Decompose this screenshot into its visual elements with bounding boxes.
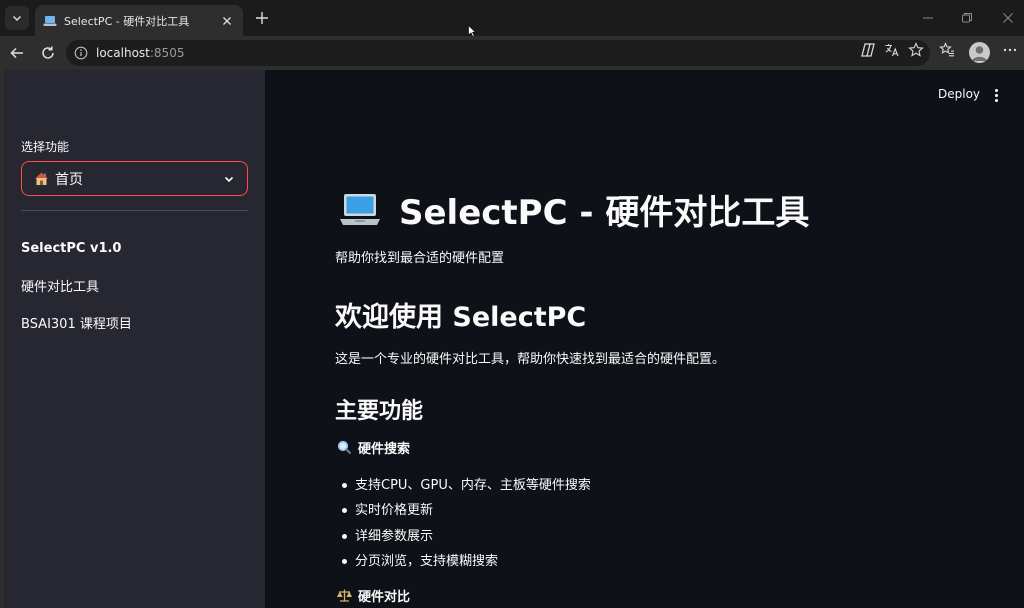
main-menu-button[interactable]	[989, 86, 1003, 104]
app-version: SelectPC v1.0	[21, 241, 122, 256]
browser-toolbar: localhost:8505	[0, 36, 1024, 70]
page-title-row: SelectPC - 硬件对比工具	[339, 185, 809, 234]
new-tab-button[interactable]	[252, 8, 272, 28]
translate-icon	[885, 44, 899, 57]
magnifier-icon	[337, 440, 352, 455]
star-icon	[908, 42, 924, 57]
page-subtitle: 帮助你找到最合适的硬件配置	[335, 251, 505, 266]
url-port: :8505	[149, 46, 185, 60]
chevron-down-icon	[13, 16, 21, 21]
function-select[interactable]: 首页	[21, 161, 248, 196]
reload-button[interactable]	[37, 42, 59, 64]
tab-title: SelectPC - 硬件对比工具	[64, 14, 190, 28]
page-title: SelectPC - 硬件对比工具	[399, 193, 810, 233]
deploy-button[interactable]: Deploy	[938, 87, 980, 101]
laptop-icon	[340, 193, 380, 225]
more-vertical-icon	[994, 88, 998, 92]
list-item: 实时价格更新	[342, 498, 591, 523]
features-heading: 主要功能	[335, 399, 424, 424]
address-bar[interactable]: localhost:8505	[66, 40, 930, 66]
translate-button[interactable]	[883, 41, 901, 59]
sidebar-divider	[21, 210, 248, 211]
tab-list-button[interactable]	[5, 6, 29, 30]
copilot-icon	[861, 43, 875, 57]
back-button[interactable]	[6, 42, 28, 64]
minimize-button[interactable]	[919, 9, 937, 27]
tab-close-button[interactable]	[219, 13, 235, 29]
compare-heading: 硬件对比	[358, 590, 411, 605]
list-item: 分页浏览，支持模糊搜索	[342, 549, 591, 574]
search-heading: 硬件搜索	[358, 442, 411, 457]
restore-icon	[962, 13, 972, 23]
browser-menu-button[interactable]	[1001, 41, 1019, 59]
url-host: localhost	[96, 46, 150, 60]
favorite-star-button[interactable]	[907, 41, 925, 59]
arrow-left-icon	[10, 47, 23, 59]
chevron-down-icon	[224, 176, 234, 182]
copilot-button[interactable]	[859, 41, 877, 59]
list-item: 详细参数展示	[342, 524, 591, 549]
minimize-icon	[923, 17, 933, 19]
plus-icon	[256, 12, 268, 24]
info-icon[interactable]	[74, 46, 88, 60]
laptop-icon	[43, 15, 57, 26]
close-icon	[223, 16, 231, 25]
profile-avatar[interactable]	[969, 42, 990, 63]
sidebar-line-tool: 硬件对比工具	[21, 280, 100, 295]
select-label: 选择功能	[21, 140, 70, 154]
favorites-button[interactable]	[938, 41, 956, 59]
sidebar-line-course: BSAI301 课程项目	[21, 317, 132, 332]
more-horizontal-icon	[1003, 48, 1017, 52]
scales-icon	[337, 589, 352, 602]
list-item: 支持CPU、GPU、内存、主板等硬件搜索	[342, 473, 591, 498]
select-value: 首页	[55, 171, 83, 188]
close-icon	[1003, 13, 1013, 23]
restore-button[interactable]	[958, 9, 976, 27]
app-viewport: 选择功能 首页 SelectPC v1.0 硬件对比工具 BSAI301 课程项…	[0, 70, 1024, 608]
browser-tab-active[interactable]: SelectPC - 硬件对比工具	[35, 5, 243, 36]
reload-icon	[42, 46, 54, 59]
close-window-button[interactable]	[999, 9, 1017, 27]
welcome-heading: 欢迎使用 SelectPC	[335, 302, 587, 333]
main-content: Deploy SelectPC - 硬件对比工具 帮助你找到最合适的硬件配置 欢…	[265, 70, 1024, 608]
url-text: localhost:8505	[96, 46, 184, 60]
intro-paragraph: 这是一个专业的硬件对比工具，帮助你快速找到最适合的硬件配置。	[335, 352, 726, 367]
user-icon	[972, 46, 987, 61]
browser-tab-bar: SelectPC - 硬件对比工具	[0, 0, 1024, 37]
favorites-list-icon	[939, 42, 954, 57]
search-heading-row: 硬件搜索	[337, 438, 410, 457]
sidebar: 选择功能 首页 SelectPC v1.0 硬件对比工具 BSAI301 课程项…	[4, 70, 265, 608]
compare-heading-row: 硬件对比	[337, 586, 410, 605]
search-feature-list: 支持CPU、GPU、内存、主板等硬件搜索 实时价格更新 详细参数展示 分页浏览，…	[342, 473, 591, 574]
house-icon	[35, 172, 48, 185]
